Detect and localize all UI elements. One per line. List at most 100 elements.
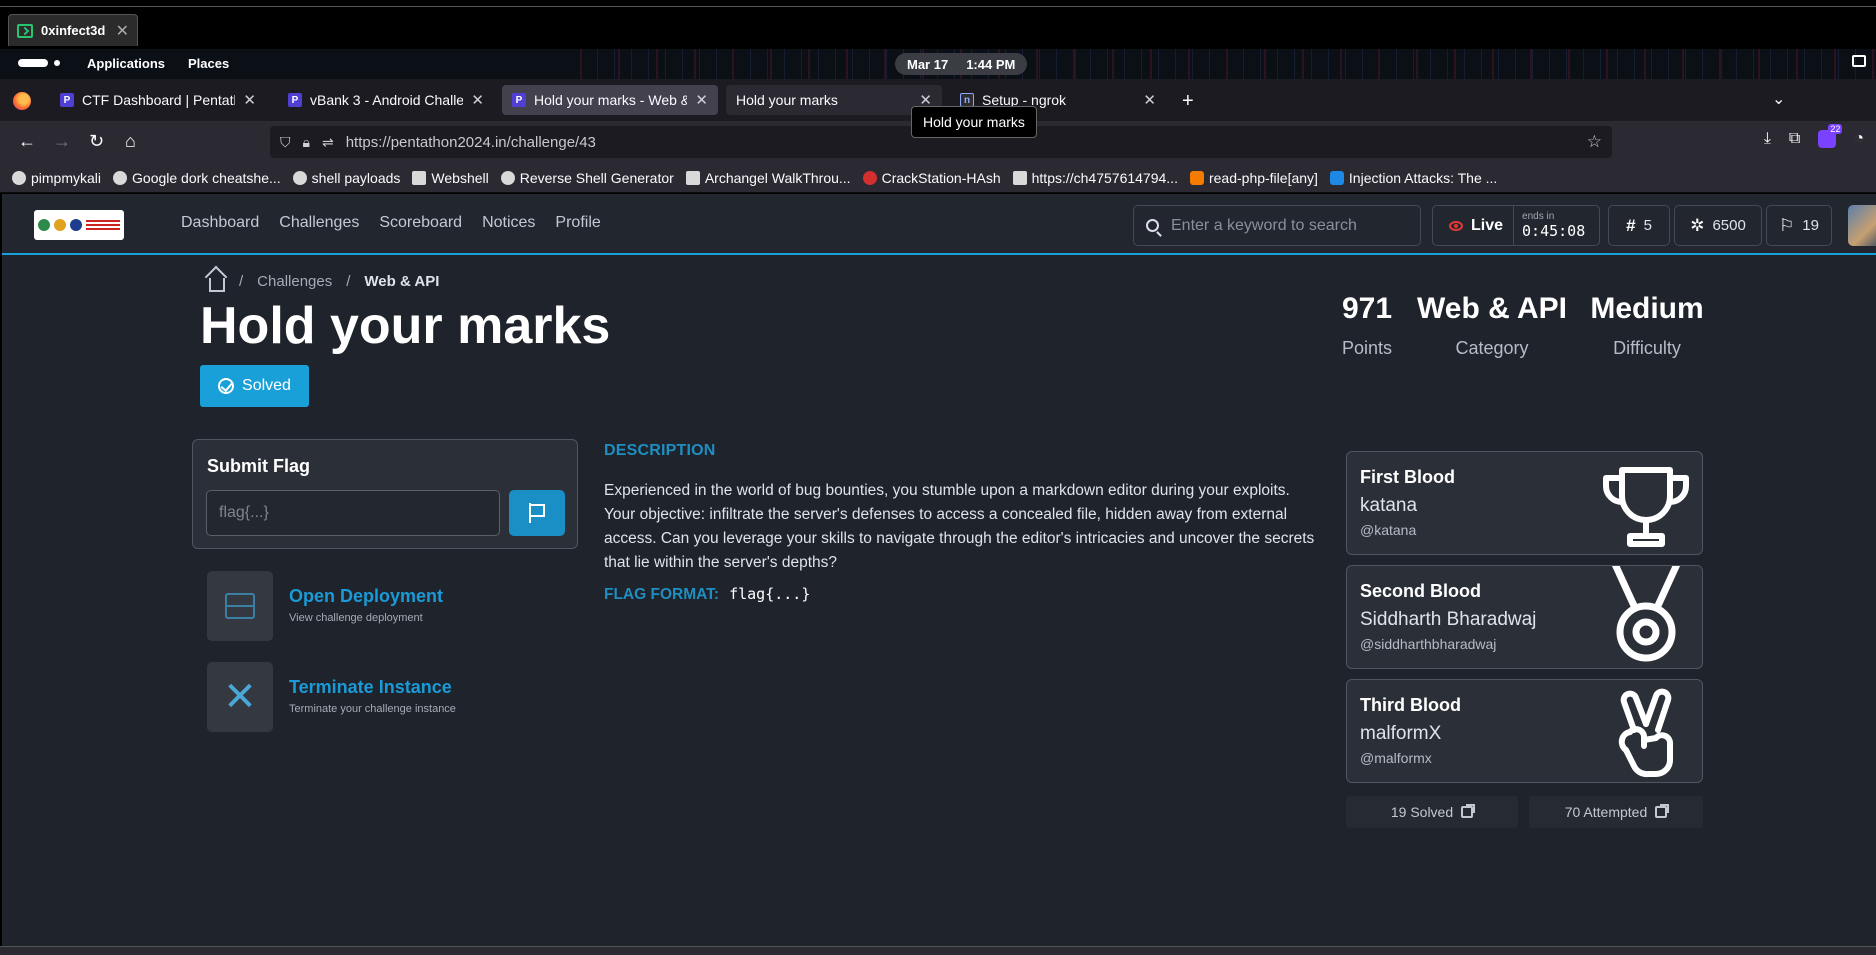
flags-value: 19 (1802, 217, 1819, 234)
home-icon[interactable]: ⌂ (125, 131, 136, 152)
solved-button[interactable]: Solved (200, 365, 309, 407)
close-tab-icon[interactable]: ✕ (243, 91, 256, 109)
clock[interactable]: Mar 17 1:44 PM (895, 53, 1028, 75)
search-input[interactable]: Enter a keyword to search (1133, 205, 1421, 246)
bookmark-crackstation[interactable]: CrackStation-HAsh (862, 170, 1001, 186)
page-title: Hold your marks (200, 297, 611, 355)
workspace-dot-icon (54, 60, 60, 66)
difficulty-stat: Medium Difficulty (1582, 292, 1712, 359)
live-label: Live (1471, 216, 1504, 234)
terminate-instance-link[interactable]: Terminate Instance (289, 677, 452, 698)
score-value: 6500 (1712, 217, 1746, 234)
reload-icon[interactable]: ↻ (89, 131, 104, 152)
display-icon[interactable] (1852, 55, 1866, 67)
blood-title: Third Blood (1360, 695, 1461, 715)
attempted-count-link[interactable]: 70 Attempted (1529, 796, 1703, 828)
bookmark-pimpmykali[interactable]: pimpmykali (12, 170, 101, 186)
page-content: Dashboard Challenges Scoreboard Notices … (2, 194, 1876, 946)
home-icon[interactable] (209, 277, 225, 292)
avatar[interactable] (1848, 205, 1876, 246)
activities-icon[interactable] (18, 59, 48, 67)
search-icon (1146, 219, 1159, 232)
nav-dashboard[interactable]: Dashboard (181, 214, 259, 232)
solved-count: 19 Solved (1390, 804, 1454, 820)
bookmark-webshell[interactable]: Webshell (412, 170, 489, 186)
bookmark-label: shell payloads (311, 169, 401, 186)
tab-ctf-dashboard[interactable]: P CTF Dashboard | Pentatho ✕ (50, 85, 266, 115)
crackstation-icon (862, 170, 877, 185)
medal-icon (1611, 566, 1681, 662)
bookmark-label: Injection Attacks: The ... (1348, 169, 1498, 186)
tab-hold-your-marks[interactable]: Hold your marks ✕ (726, 85, 942, 115)
trophy-icon (1603, 467, 1689, 547)
medium-icon (685, 170, 700, 185)
panel-wallpaper (580, 49, 1876, 79)
victory-hand-icon (1618, 688, 1673, 778)
countdown-label: ends in (1522, 211, 1555, 222)
flag-icon (529, 503, 545, 523)
github-icon (113, 170, 128, 185)
new-tab-icon[interactable]: + (1182, 90, 1194, 113)
open-deployment-link[interactable]: Open Deployment (289, 586, 443, 607)
firefox-icon[interactable] (13, 92, 31, 110)
emblem-icon (38, 219, 50, 231)
pentathon-logo[interactable] (34, 210, 124, 240)
nav-profile[interactable]: Profile (555, 214, 600, 232)
bookmark-label: Reverse Shell Generator (519, 169, 674, 186)
bookmark-google-dork[interactable]: Google dork cheatshe... (113, 170, 281, 186)
nav-challenges[interactable]: Challenges (279, 214, 359, 232)
flag-format: FLAG FORMAT: flag{...} (604, 585, 810, 604)
downloads-icon[interactable]: ⤓ (1764, 130, 1771, 148)
extension-icon[interactable]: 22 (1818, 124, 1843, 148)
desktop-panel: Applications Places Mar 17 1:44 PM (0, 49, 1876, 79)
tab-vbank[interactable]: P vBank 3 - Android Challen ✕ (278, 85, 494, 115)
terminal-icon (17, 23, 33, 38)
breadcrumb-challenges[interactable]: Challenges (257, 273, 332, 290)
extension-badge: 22 (1828, 124, 1843, 134)
blood-name: katana (1360, 495, 1418, 516)
page-icon (412, 170, 427, 185)
close-tab-icon[interactable]: ✕ (471, 91, 484, 109)
lock-icon[interactable]: 🔒︎ (303, 134, 310, 151)
submit-flag-button[interactable] (509, 490, 565, 536)
bookmark-star-icon[interactable]: ☆ (1587, 132, 1602, 152)
bookmark-revshell[interactable]: Reverse Shell Generator (500, 169, 674, 186)
toolbar-right: ⤓ ⧉ 22 ◔ (1764, 124, 1864, 148)
bookmark-archangel[interactable]: Archangel WalkThrou... (685, 170, 851, 186)
nav-scoreboard[interactable]: Scoreboard (379, 214, 462, 232)
tab-title: Hold your marks (736, 92, 838, 108)
chevron-down-icon[interactable]: ⌄ (1772, 89, 1785, 109)
bookmarks-toolbar: pimpmykali Google dork cheatshe... shell… (0, 163, 1876, 193)
close-tab-icon[interactable]: ✕ (1143, 91, 1156, 109)
nav-notices[interactable]: Notices (482, 214, 535, 232)
open-deployment-action[interactable]: Open Deployment View challenge deploymen… (207, 571, 587, 641)
terminate-instance-desc: Terminate your challenge instance (289, 703, 456, 715)
bookmark-injection-attacks[interactable]: Injection Attacks: The ... (1329, 169, 1498, 186)
terminate-instance-action[interactable]: ✕ Terminate Instance Terminate your chal… (207, 662, 587, 732)
solved-count-link[interactable]: 19 Solved (1346, 796, 1518, 828)
url-text[interactable]: https://pentathon2024.in/challenge/43 (346, 134, 596, 151)
bookmark-label: Google dork cheatshe... (132, 169, 281, 186)
github-icon (12, 170, 26, 185)
close-icon[interactable]: ✕ (116, 21, 129, 41)
places-menu[interactable]: Places (188, 56, 229, 71)
tab-title: vBank 3 - Android Challen (310, 92, 464, 108)
forward-icon[interactable]: → (53, 131, 71, 152)
applications-menu[interactable]: Applications (87, 56, 165, 71)
blood-handle: @malformx (1360, 750, 1432, 766)
shield-icon[interactable]: ⛉ (280, 134, 291, 151)
bookmark-shell-payloads[interactable]: shell payloads (292, 169, 401, 186)
bookmark-ch4757[interactable]: https://ch4757614794... (1012, 170, 1178, 186)
tab-hold-your-marks-active[interactable]: P Hold your marks - Web & A ✕ (502, 85, 718, 115)
back-icon[interactable]: ← (18, 131, 36, 152)
bookmark-read-php-file[interactable]: read-php-file[any] (1189, 170, 1318, 186)
extensions-icon[interactable]: ⧉ (1789, 130, 1800, 148)
permissions-icon[interactable]: ⇌ (322, 134, 334, 151)
close-tab-icon[interactable]: ✕ (695, 91, 708, 109)
flag-icon: ⚐ (1779, 215, 1795, 235)
third-blood-card: Third Blood malformX @malformx (1346, 679, 1703, 783)
flag-format-value: flag{...} (729, 585, 811, 603)
terminal-window-tab[interactable]: 0xinfect3d ✕ (8, 14, 138, 46)
profile-extension-icon[interactable]: ◔ (1854, 130, 1864, 148)
flag-input[interactable]: flag{...} (206, 490, 500, 536)
